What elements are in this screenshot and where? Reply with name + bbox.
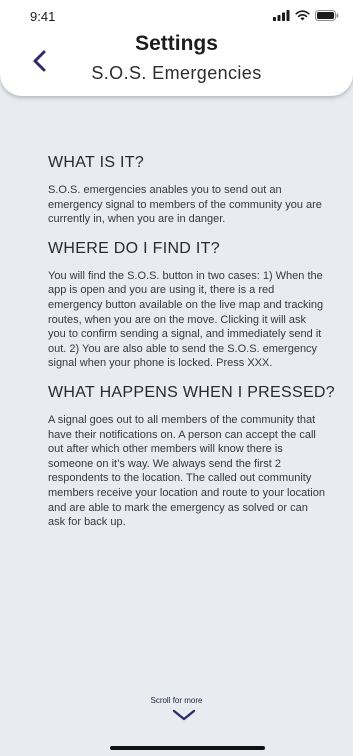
header: 9:41 Settings S.O.S. Emergencies <box>0 0 353 96</box>
status-time: 9:41 <box>30 9 56 24</box>
cellular-signal-icon <box>273 10 290 21</box>
section-body-where: You will find the S.O.S. button in two c… <box>48 269 324 370</box>
section-body-what: S.O.S. emergencies anables you to send o… <box>48 184 322 226</box>
page-subtitle: S.O.S. Emergencies <box>91 63 262 83</box>
battery-icon <box>315 10 339 21</box>
screen: 9:41 Settings S.O.S. Emergencies WHAT IS… <box>0 0 353 756</box>
chevron-down-icon[interactable] <box>171 708 197 722</box>
home-indicator <box>110 746 265 750</box>
section-heading-what: WHAT IS IT? <box>48 154 145 171</box>
status-icons <box>273 10 339 21</box>
section-body-what-happens: A signal goes out to all members of the … <box>48 413 325 529</box>
page-title: Settings <box>135 32 218 55</box>
section-heading-where: WHERE DO I FIND IT? <box>48 239 220 257</box>
section-heading-what-happens: WHAT HAPPENS WHEN I PRESSED? <box>48 383 335 401</box>
wifi-icon <box>295 10 310 21</box>
scroll-for-more-label[interactable]: Scroll for more <box>0 696 353 705</box>
help-content: WHAT IS IT? S.O.S. emergencies anables y… <box>48 154 335 530</box>
